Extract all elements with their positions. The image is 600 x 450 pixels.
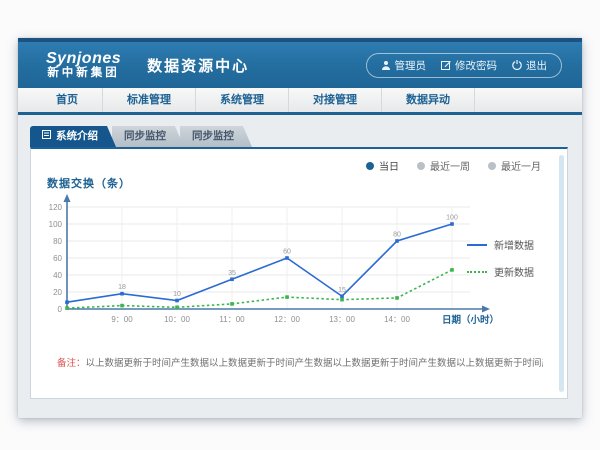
- period-option-today[interactable]: 当日: [366, 158, 399, 173]
- data-point: [175, 306, 179, 310]
- footnote-label: 备注：: [57, 358, 86, 369]
- x-axis-title: 日期（小时）: [442, 314, 499, 326]
- period-option-last-week[interactable]: 最近一周: [417, 158, 470, 173]
- data-point: [65, 300, 69, 304]
- chart-legend: 新增数据 更新数据: [467, 237, 545, 279]
- y-tick-label: 100: [49, 220, 63, 229]
- nav-item-standard-mgmt[interactable]: 标准管理: [103, 88, 196, 112]
- y-tick-label: 120: [49, 203, 63, 212]
- data-point: [285, 295, 289, 299]
- line-chart: 0 20 40 60 80 100 120 9：00 10：00 11：00 12：00 13：00 1…: [41, 191, 501, 338]
- app-window: Synjones 新中新集团 数据资源中心 管理员 修改密码 退出: [18, 38, 582, 418]
- power-icon: [512, 60, 522, 70]
- data-point: [65, 306, 69, 310]
- radio-icon: [417, 162, 425, 170]
- y-tick-label: 40: [53, 271, 62, 280]
- data-point: [395, 239, 399, 243]
- data-label: 15: [338, 287, 346, 294]
- logo-text-en: Synjones: [46, 51, 121, 68]
- tab-label: 系统介绍: [56, 126, 98, 147]
- data-point: [340, 298, 344, 302]
- period-option-last-month[interactable]: 最近一月: [488, 158, 541, 173]
- logout-button[interactable]: 退出: [512, 58, 547, 73]
- data-point: [175, 299, 179, 303]
- change-password-button[interactable]: 修改密码: [441, 58, 497, 73]
- x-tick-label: 13：00: [329, 315, 355, 324]
- data-point: [230, 277, 234, 281]
- x-tick-label: 12：00: [274, 315, 300, 324]
- y-tick-label: 60: [53, 254, 62, 263]
- data-point: [395, 296, 399, 300]
- page-title: 数据资源中心: [147, 55, 249, 76]
- user-label: 管理员: [395, 58, 427, 73]
- x-tick-label: 9：00: [111, 315, 133, 324]
- app-header: Synjones 新中新集团 数据资源中心 管理员 修改密码 退出: [18, 42, 582, 88]
- legend-item-new-data[interactable]: 新增数据: [467, 237, 545, 252]
- change-password-label: 修改密码: [455, 58, 497, 73]
- tab-sync-monitor-1[interactable]: 同步监控: [112, 126, 184, 147]
- tab-label: 同步监控: [192, 126, 234, 147]
- footnote-text: 以上数据更新于时间产生数据以上数据更新于时间产生数据以上数据更新于时间产生数据以…: [86, 358, 543, 369]
- data-point: [285, 256, 289, 260]
- x-tick-label: 14：00: [384, 315, 410, 324]
- user-toolbar: 管理员 修改密码 退出: [366, 53, 563, 78]
- tab-system-intro[interactable]: 系统介绍: [30, 126, 116, 147]
- legend-item-update-data[interactable]: 更新数据: [467, 264, 545, 279]
- data-label: 18: [118, 284, 126, 291]
- radio-icon: [366, 162, 374, 170]
- nav-item-system-mgmt[interactable]: 系统管理: [196, 88, 289, 112]
- legend-label: 更新数据: [494, 264, 534, 279]
- y-tick-label: 80: [53, 237, 62, 246]
- nav-item-interface-mgmt[interactable]: 对接管理: [289, 88, 382, 112]
- content-area: 系统介绍 同步监控 同步监控 当日 最近一周: [18, 115, 582, 418]
- tab-sync-monitor-2[interactable]: 同步监控: [180, 126, 252, 147]
- dotted-line-swatch: [467, 271, 487, 273]
- panel-scrollbar[interactable]: [559, 155, 564, 392]
- edit-icon: [441, 60, 451, 70]
- radio-icon: [488, 162, 496, 170]
- data-point: [230, 302, 234, 306]
- y-tick-label: 20: [53, 288, 62, 297]
- period-selector: 当日 最近一周 最近一月: [366, 158, 541, 173]
- user-icon: [381, 60, 391, 70]
- data-label: 10: [173, 291, 181, 298]
- data-point: [450, 268, 454, 272]
- user-menu-button[interactable]: 管理员: [381, 58, 427, 73]
- data-point: [340, 294, 344, 298]
- chart-panel: 当日 最近一周 最近一月 数据交换（条） 0 20 40 60 80 100 120 9：00…: [30, 147, 568, 399]
- document-icon: [42, 126, 51, 147]
- tab-label: 同步监控: [124, 126, 166, 147]
- chart-svg: 0 20 40 60 80 100 120 9：00 10：00 11：00 12：00 13：00 1…: [41, 191, 501, 333]
- footnote: 备注：以上数据更新于时间产生数据以上数据更新于时间产生数据以上数据更新于时间产生…: [57, 355, 543, 369]
- x-tick-label: 11：00: [219, 315, 245, 324]
- series-0: 18 10 35 60 15 80 100: [65, 215, 458, 305]
- data-label: 35: [228, 270, 236, 277]
- tab-bar: 系统介绍 同步监控 同步监控: [30, 126, 252, 147]
- logout-label: 退出: [526, 58, 547, 73]
- brand-logo: Synjones 新中新集团: [46, 51, 121, 80]
- main-nav: 首页 标准管理 系统管理 对接管理 数据异动: [18, 88, 582, 115]
- data-point: [450, 222, 454, 226]
- data-label: 60: [283, 249, 291, 256]
- period-label: 当日: [379, 158, 399, 173]
- solid-line-swatch: [467, 244, 487, 246]
- data-point: [120, 304, 124, 308]
- x-tick-label: 10：00: [164, 315, 190, 324]
- data-label: 100: [446, 215, 458, 222]
- data-label: 80: [393, 232, 401, 239]
- period-label: 最近一月: [501, 158, 541, 173]
- logo-text-cn: 新中新集团: [46, 67, 121, 79]
- period-label: 最近一周: [430, 158, 470, 173]
- data-point: [120, 292, 124, 296]
- nav-item-home[interactable]: 首页: [32, 88, 103, 112]
- legend-label: 新增数据: [494, 237, 534, 252]
- nav-item-data-change[interactable]: 数据异动: [382, 88, 475, 112]
- y-axis-title: 数据交换（条）: [47, 175, 131, 191]
- y-tick-label: 0: [58, 305, 63, 314]
